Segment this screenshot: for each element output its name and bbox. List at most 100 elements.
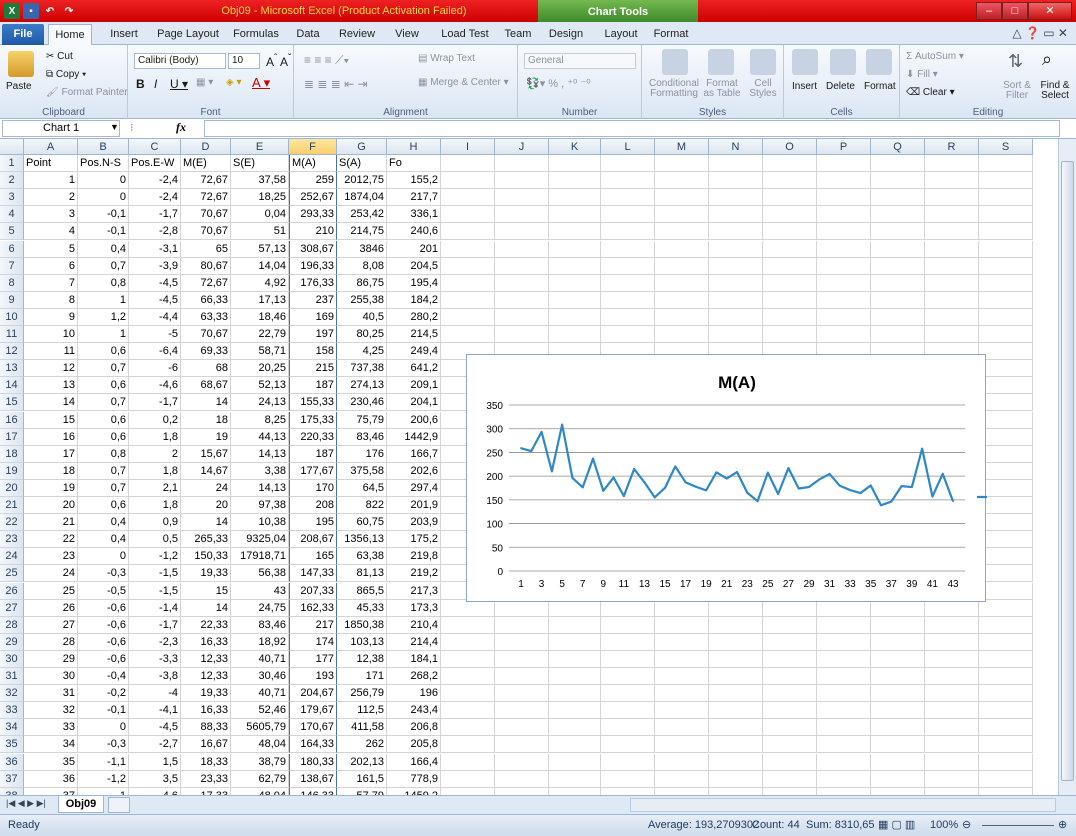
table-cell[interactable] — [441, 274, 495, 292]
table-cell[interactable]: 52,46 — [231, 702, 289, 720]
table-cell[interactable]: 0,6 — [78, 377, 129, 395]
insert-sheet-icon[interactable] — [108, 797, 130, 813]
table-cell[interactable] — [925, 308, 979, 326]
table-cell[interactable]: 0 — [78, 189, 129, 207]
vertical-scroll-thumb[interactable] — [1061, 161, 1074, 781]
table-cell[interactable]: -0,6 — [78, 633, 129, 651]
table-cell[interactable] — [979, 326, 1033, 344]
table-cell[interactable]: 15 — [24, 411, 78, 429]
table-cell[interactable]: 62,79 — [231, 770, 289, 788]
table-cell[interactable] — [817, 787, 871, 795]
sort-filter-button[interactable]: Sort & Filter — [1000, 81, 1034, 101]
column-header[interactable]: O — [763, 139, 817, 155]
table-cell[interactable] — [871, 326, 925, 344]
table-cell[interactable]: -1,2 — [129, 548, 181, 566]
table-cell[interactable] — [601, 650, 655, 668]
table-cell[interactable] — [871, 291, 925, 309]
table-cell[interactable]: 81,13 — [337, 565, 387, 583]
table-cell[interactable] — [763, 702, 817, 720]
table-cell[interactable]: 48,04 — [231, 736, 289, 754]
table-cell[interactable]: 0,04 — [231, 206, 289, 224]
table-cell[interactable] — [549, 719, 601, 737]
column-header[interactable]: N — [709, 139, 763, 155]
table-cell[interactable] — [763, 787, 817, 795]
sort-icon[interactable]: ⇅ — [1008, 51, 1023, 72]
delete-button[interactable]: Delete — [826, 81, 855, 92]
column-header[interactable]: M — [655, 139, 709, 155]
table-cell[interactable] — [709, 257, 763, 275]
row-header[interactable]: 38 — [0, 787, 24, 795]
table-cell[interactable]: 69,33 — [181, 343, 231, 361]
table-cell[interactable] — [441, 668, 495, 686]
table-cell[interactable]: 10,38 — [231, 514, 289, 532]
table-cell[interactable]: 14,04 — [231, 257, 289, 275]
select-all-corner[interactable] — [0, 139, 24, 155]
table-cell[interactable] — [871, 308, 925, 326]
zoom-out-icon[interactable]: ⊖ — [962, 818, 971, 831]
column-header[interactable]: Q — [871, 139, 925, 155]
table-cell[interactable]: 237 — [289, 291, 337, 309]
paste-button[interactable]: Paste — [6, 81, 32, 92]
table-cell[interactable] — [495, 206, 549, 224]
table-cell[interactable]: 38,79 — [231, 753, 289, 771]
table-cell[interactable] — [817, 616, 871, 634]
table-cell[interactable] — [925, 650, 979, 668]
table-cell[interactable] — [495, 189, 549, 207]
row-header[interactable]: 17 — [0, 428, 24, 446]
row-header[interactable]: 25 — [0, 565, 24, 583]
table-cell[interactable]: 60,75 — [337, 514, 387, 532]
table-cell[interactable] — [601, 274, 655, 292]
save-icon[interactable]: ▪ — [23, 3, 39, 19]
table-cell[interactable] — [979, 172, 1033, 190]
table-cell[interactable]: -0,1 — [78, 206, 129, 224]
row-header[interactable]: 1 — [0, 155, 24, 173]
table-cell[interactable]: 17,13 — [231, 291, 289, 309]
table-cell[interactable] — [549, 155, 601, 173]
table-cell[interactable]: 14,67 — [181, 462, 231, 480]
table-cell[interactable]: 75,79 — [337, 411, 387, 429]
table-cell[interactable]: 201 — [387, 240, 441, 258]
table-cell[interactable] — [979, 668, 1033, 686]
table-cell[interactable] — [601, 257, 655, 275]
column-header[interactable]: E — [231, 139, 289, 155]
table-cell[interactable] — [979, 206, 1033, 224]
table-cell[interactable] — [441, 787, 495, 795]
table-cell[interactable] — [441, 326, 495, 344]
table-cell[interactable] — [495, 616, 549, 634]
table-cell[interactable] — [979, 155, 1033, 173]
binoculars-icon[interactable]: ⌕ — [1042, 49, 1052, 70]
table-cell[interactable] — [979, 702, 1033, 720]
table-cell[interactable] — [817, 291, 871, 309]
table-cell[interactable]: 217 — [289, 616, 337, 634]
table-cell[interactable] — [495, 223, 549, 241]
merge-center-button[interactable]: ▦ Merge & Center ▾ — [418, 77, 509, 88]
table-cell[interactable]: -1,2 — [78, 770, 129, 788]
table-cell[interactable] — [817, 172, 871, 190]
table-cell[interactable] — [979, 565, 1033, 583]
table-cell[interactable] — [655, 257, 709, 275]
vertical-scrollbar[interactable] — [1058, 139, 1076, 795]
table-cell[interactable]: 12,33 — [181, 650, 231, 668]
table-cell[interactable]: 822 — [337, 497, 387, 515]
table-cell[interactable]: 1,8 — [129, 497, 181, 515]
table-cell[interactable]: 12,33 — [181, 668, 231, 686]
table-cell[interactable]: 19 — [181, 428, 231, 446]
table-cell[interactable]: 5 — [24, 240, 78, 258]
table-cell[interactable]: 70,67 — [181, 223, 231, 241]
table-cell[interactable] — [495, 719, 549, 737]
row-header[interactable]: 28 — [0, 616, 24, 634]
column-header[interactable]: R — [925, 139, 979, 155]
column-header[interactable]: L — [601, 139, 655, 155]
table-cell[interactable]: 165 — [289, 548, 337, 566]
table-cell[interactable] — [925, 189, 979, 207]
table-cell[interactable] — [763, 308, 817, 326]
table-cell[interactable] — [441, 633, 495, 651]
table-cell[interactable] — [979, 274, 1033, 292]
table-cell[interactable]: 230,46 — [337, 394, 387, 412]
table-cell[interactable]: 1,5 — [129, 753, 181, 771]
table-cell[interactable]: 18 — [181, 411, 231, 429]
table-cell[interactable]: 1442,9 — [387, 428, 441, 446]
table-cell[interactable] — [979, 514, 1033, 532]
table-cell[interactable]: 51 — [231, 223, 289, 241]
table-cell[interactable]: -0,5 — [78, 582, 129, 600]
